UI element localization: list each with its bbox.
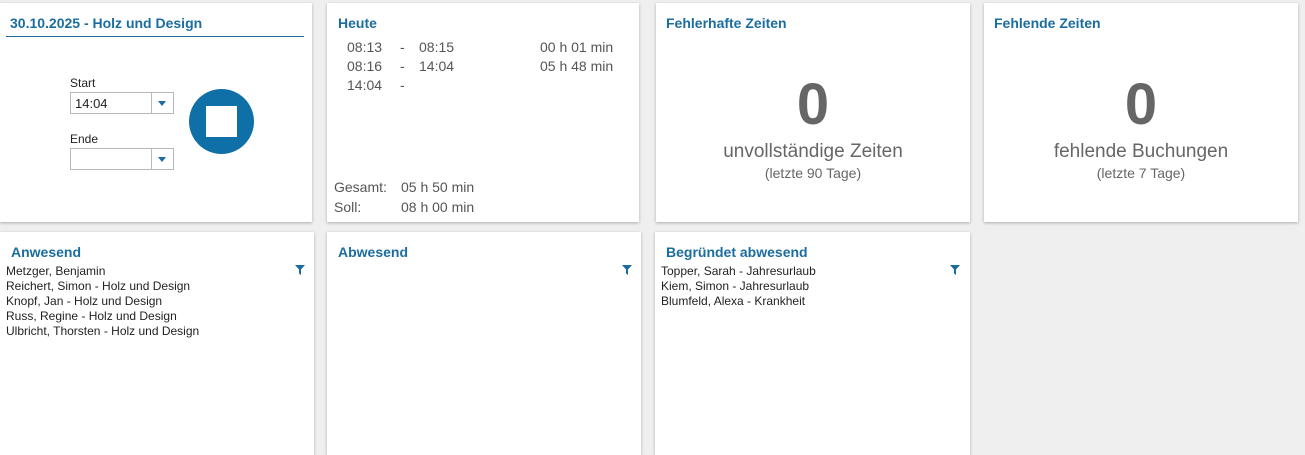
excused-list: Topper, Sarah - Jahresurlaub Kiem, Simon…: [661, 264, 816, 309]
present-title: Anwesend: [11, 244, 82, 260]
target-label: Soll:: [334, 199, 362, 215]
filter-icon[interactable]: [950, 265, 960, 275]
entry-end: 14:04: [419, 58, 455, 74]
entry-dash: -: [400, 77, 405, 93]
start-label: Start: [70, 76, 96, 90]
missing-period: (letzte 7 Tage): [1096, 165, 1186, 181]
list-item[interactable]: Blumfeld, Alexa - Krankheit: [661, 294, 816, 309]
stop-button[interactable]: [189, 89, 254, 154]
missing-title: Fehlende Zeiten: [994, 15, 1101, 31]
stop-icon: [204, 104, 239, 139]
clock-title: 30.10.2025 - Holz und Design: [10, 15, 203, 31]
entry-start: 14:04: [347, 77, 383, 93]
list-item[interactable]: Kiem, Simon - Jahresurlaub: [661, 279, 816, 294]
chevron-down-icon[interactable]: [151, 93, 173, 113]
faulty-period: (letzte 90 Tage): [764, 165, 862, 181]
list-item[interactable]: Topper, Sarah - Jahresurlaub: [661, 264, 816, 279]
entry-dash: -: [400, 58, 405, 74]
faulty-times-card[interactable]: Fehlerhafte Zeiten 0 unvollständige Zeit…: [656, 3, 970, 222]
today-title: Heute: [338, 15, 377, 31]
chevron-down-icon[interactable]: [151, 149, 173, 169]
entry-start: 08:16: [347, 58, 383, 74]
list-item[interactable]: Russ, Regine - Holz und Design: [6, 309, 199, 324]
entry-start: 08:13: [347, 39, 383, 55]
absent-card: Abwesend: [327, 232, 641, 455]
missing-count: 0: [1124, 72, 1158, 137]
target-value: 08 h 00 min: [401, 199, 475, 215]
list-item[interactable]: Metzger, Benjamin: [6, 264, 199, 279]
end-select[interactable]: [70, 148, 174, 170]
entry-dash: -: [400, 39, 405, 55]
start-value: 14:04: [75, 96, 108, 111]
present-list: Metzger, Benjamin Reichert, Simon - Holz…: [6, 264, 199, 339]
filter-icon[interactable]: [295, 265, 305, 275]
total-label: Gesamt:: [334, 179, 387, 195]
today-card: Heute 08:13 - 08:15 00 h 01 min 08:16 - …: [327, 3, 639, 222]
faulty-title: Fehlerhafte Zeiten: [666, 15, 787, 31]
title-divider: [6, 36, 304, 37]
entry-duration: 05 h 48 min: [540, 58, 614, 74]
faulty-label: unvollständige Zeiten: [723, 141, 903, 162]
excused-title: Begründet abwesend: [666, 244, 808, 260]
list-item[interactable]: Knopf, Jan - Holz und Design: [6, 294, 199, 309]
filter-icon[interactable]: [622, 265, 632, 275]
present-card: Anwesend Metzger, Benjamin Reichert, Sim…: [0, 232, 314, 455]
list-item[interactable]: Ulbricht, Thorsten - Holz und Design: [6, 324, 199, 339]
missing-label: fehlende Buchungen: [1053, 141, 1229, 162]
absent-title: Abwesend: [338, 244, 409, 260]
faulty-count: 0: [796, 72, 830, 137]
clock-card: 30.10.2025 - Holz und Design Start 14:04…: [0, 3, 312, 222]
excused-absent-card: Begründet abwesend Topper, Sarah - Jahre…: [655, 232, 970, 455]
total-value: 05 h 50 min: [401, 179, 475, 195]
list-item[interactable]: Reichert, Simon - Holz und Design: [6, 279, 199, 294]
entry-duration: 00 h 01 min: [540, 39, 614, 55]
entry-end: 08:15: [419, 39, 455, 55]
end-label: Ende: [70, 132, 99, 146]
missing-times-card[interactable]: Fehlende Zeiten 0 fehlende Buchungen (le…: [984, 3, 1298, 222]
start-select[interactable]: 14:04: [70, 92, 174, 114]
